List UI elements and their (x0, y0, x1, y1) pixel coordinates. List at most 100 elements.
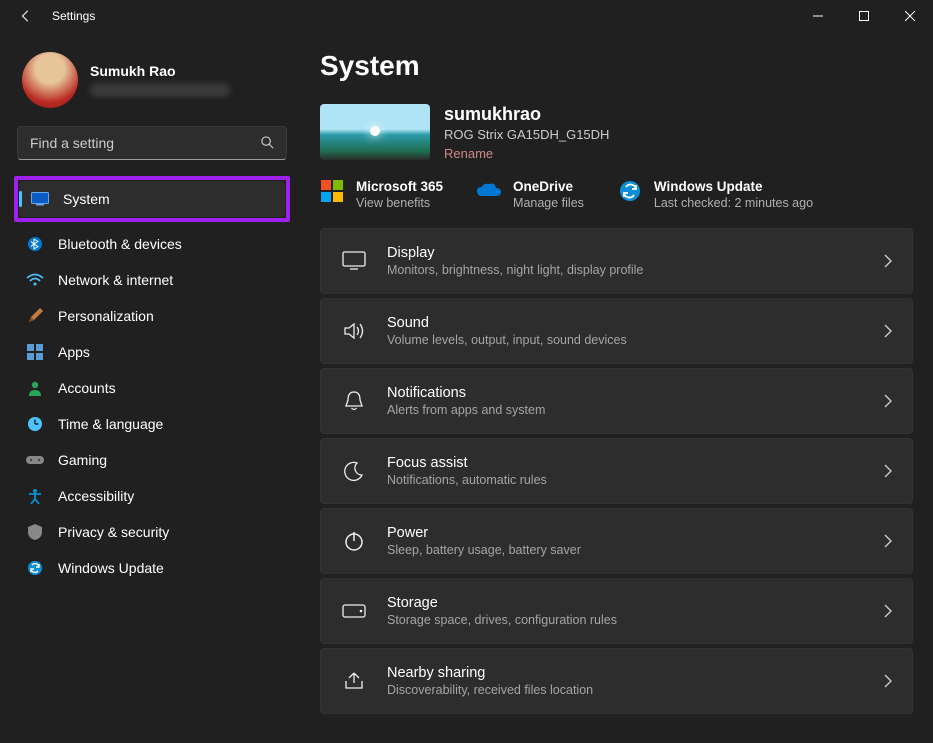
clock-icon (26, 415, 44, 433)
row-title: Power (387, 525, 884, 541)
bell-icon (341, 388, 367, 414)
row-title: Nearby sharing (387, 665, 884, 681)
sidebar-item-bluetooth[interactable]: Bluetooth & devices (14, 226, 290, 262)
sidebar-item-personalization[interactable]: Personalization (14, 298, 290, 334)
search-input[interactable] (17, 126, 287, 160)
sync-icon (26, 559, 44, 577)
onedrive-icon (477, 179, 501, 203)
rename-link[interactable]: Rename (444, 146, 493, 161)
person-icon (26, 379, 44, 397)
status-onedrive[interactable]: OneDrive Manage files (477, 179, 584, 210)
nav-label: Privacy & security (58, 524, 169, 540)
user-email-redacted (90, 83, 230, 97)
moon-icon (341, 458, 367, 484)
row-sub: Notifications, automatic rules (387, 473, 884, 487)
page-title: System (320, 50, 913, 82)
sidebar-item-gaming[interactable]: Gaming (14, 442, 290, 478)
nav-label: Time & language (58, 416, 163, 432)
chevron-right-icon (884, 394, 892, 408)
status-sub: Manage files (513, 196, 584, 210)
row-sub: Volume levels, output, input, sound devi… (387, 333, 884, 347)
user-profile[interactable]: Sumukh Rao (22, 52, 290, 108)
back-button[interactable] (18, 8, 34, 24)
chevron-right-icon (884, 534, 892, 548)
row-focus-assist[interactable]: Focus assist Notifications, automatic rul… (320, 438, 913, 504)
row-power[interactable]: Power Sleep, battery usage, battery saver (320, 508, 913, 574)
row-storage[interactable]: Storage Storage space, drives, configurat… (320, 578, 913, 644)
sound-icon (341, 318, 367, 344)
nav-label: Accessibility (58, 488, 134, 504)
row-sound[interactable]: Sound Volume levels, output, input, sound… (320, 298, 913, 364)
nav-label: Personalization (58, 308, 154, 324)
accessibility-icon (26, 487, 44, 505)
row-nearby-sharing[interactable]: Nearby sharing Discoverability, received … (320, 648, 913, 714)
row-sub: Discoverability, received files location (387, 683, 884, 697)
nav-label: Apps (58, 344, 90, 360)
status-sub: Last checked: 2 minutes ago (654, 196, 813, 210)
gamepad-icon (26, 451, 44, 469)
bluetooth-icon (26, 235, 44, 253)
status-update[interactable]: Windows Update Last checked: 2 minutes a… (618, 179, 813, 210)
nav-label: Gaming (58, 452, 107, 468)
sidebar-item-network[interactable]: Network & internet (14, 262, 290, 298)
status-sub: View benefits (356, 196, 443, 210)
row-sub: Monitors, brightness, night light, displ… (387, 263, 884, 277)
row-sub: Storage space, drives, configuration rul… (387, 613, 884, 627)
minimize-button[interactable] (795, 0, 841, 32)
windows-update-icon (618, 179, 642, 203)
chevron-right-icon (884, 464, 892, 478)
sidebar-item-system[interactable]: System (19, 181, 285, 217)
row-title: Notifications (387, 385, 884, 401)
device-model: ROG Strix GA15DH_G15DH (444, 127, 609, 142)
title-bar: Settings (0, 0, 933, 32)
sidebar-item-update[interactable]: Windows Update (14, 550, 290, 586)
status-row: Microsoft 365 View benefits OneDrive Man… (320, 179, 913, 210)
nav-label: Bluetooth & devices (58, 236, 182, 252)
sidebar: Sumukh Rao System Bluetooth & devices Ne… (0, 32, 300, 743)
row-sub: Sleep, battery usage, battery saver (387, 543, 884, 557)
sidebar-item-accessibility[interactable]: Accessibility (14, 478, 290, 514)
sidebar-item-privacy[interactable]: Privacy & security (14, 514, 290, 550)
status-title: Microsoft 365 (356, 179, 443, 194)
status-m365[interactable]: Microsoft 365 View benefits (320, 179, 443, 210)
window-title: Settings (52, 9, 95, 23)
content-pane: System sumukhrao ROG Strix GA15DH_G15DH … (300, 32, 933, 743)
row-title: Display (387, 245, 884, 261)
wifi-icon (26, 271, 44, 289)
chevron-right-icon (884, 604, 892, 618)
search-icon (260, 135, 275, 150)
nav-label: Network & internet (58, 272, 173, 288)
maximize-button[interactable] (841, 0, 887, 32)
chevron-right-icon (884, 674, 892, 688)
power-icon (341, 528, 367, 554)
chevron-right-icon (884, 324, 892, 338)
row-title: Sound (387, 315, 884, 331)
sidebar-item-apps[interactable]: Apps (14, 334, 290, 370)
row-notifications[interactable]: NotificationsAlerts from apps and system (320, 368, 913, 434)
nav-label: System (63, 191, 110, 207)
sidebar-item-accounts[interactable]: Accounts (14, 370, 290, 406)
row-title: Focus assist (387, 455, 884, 471)
close-button[interactable] (887, 0, 933, 32)
device-wallpaper-thumb (320, 104, 430, 160)
apps-icon (26, 343, 44, 361)
display-icon (31, 190, 49, 208)
shield-icon (26, 523, 44, 541)
status-title: Windows Update (654, 179, 813, 194)
highlight-marker: System (14, 176, 290, 222)
row-title: Storage (387, 595, 884, 611)
device-hostname: sumukhrao (444, 104, 609, 125)
nav-label: Windows Update (58, 560, 164, 576)
share-icon (341, 668, 367, 694)
microsoft-365-icon (320, 179, 344, 203)
device-header: sumukhrao ROG Strix GA15DH_G15DH Rename (320, 104, 913, 163)
sidebar-item-time[interactable]: Time & language (14, 406, 290, 442)
user-name: Sumukh Rao (90, 63, 230, 79)
search-box[interactable] (17, 126, 287, 160)
nav-label: Accounts (58, 380, 116, 396)
storage-icon (341, 598, 367, 624)
chevron-right-icon (884, 254, 892, 268)
display-icon (341, 248, 367, 274)
row-display[interactable]: Display Monitors, brightness, night light… (320, 228, 913, 294)
paintbrush-icon (26, 307, 44, 325)
